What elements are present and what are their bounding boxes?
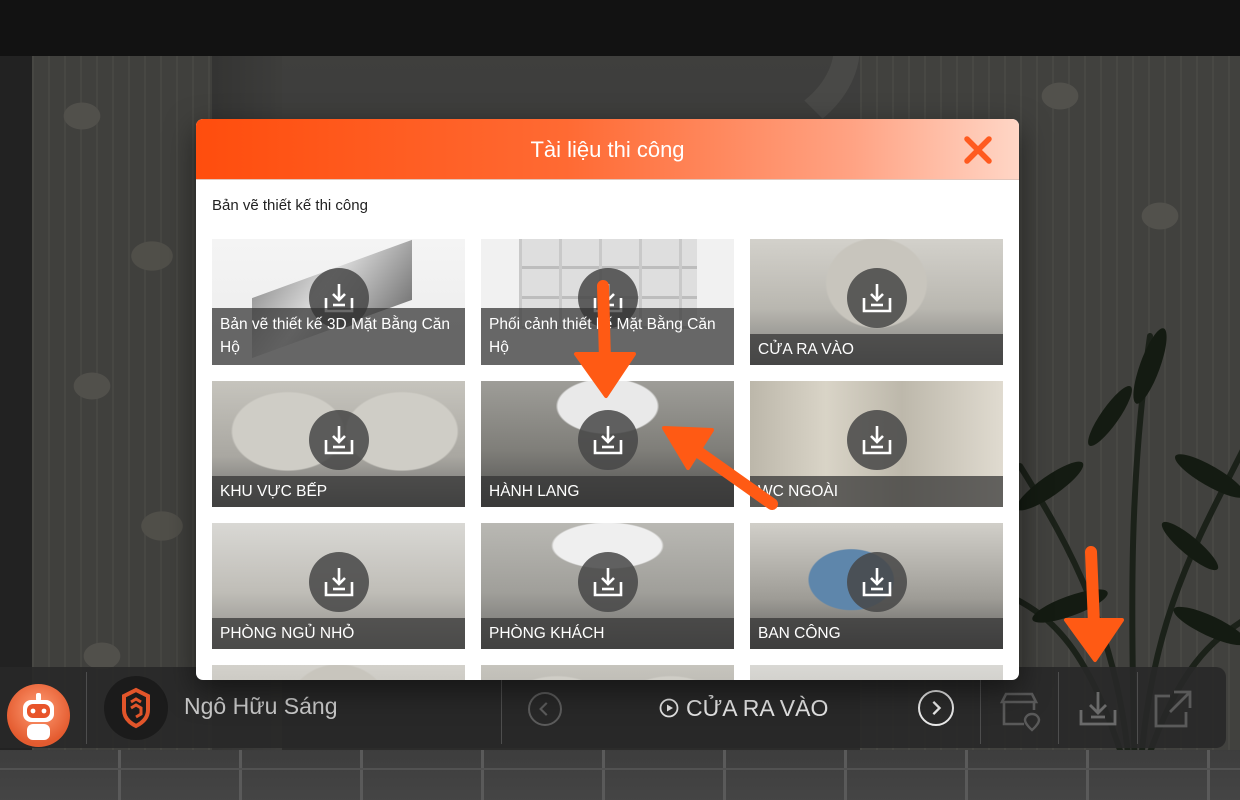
top-black-bar [0,0,1240,56]
document-card[interactable] [481,665,734,680]
download-tray-icon [862,568,892,597]
download-button[interactable] [309,552,369,612]
store-location-icon [999,692,1041,732]
download-button[interactable] [578,410,638,470]
document-card[interactable]: Bản vẽ thiết kế 3D Mặt Bằng Căn Hộ [212,239,465,365]
download-documents-button[interactable] [1071,684,1125,734]
assistant-bot-avatar[interactable] [7,684,70,747]
modal-title: Tài liệu thi công [530,137,685,162]
card-label: Phối cảnh thiết kế Mặt Bằng Căn Hộ [481,308,734,365]
download-button[interactable] [847,268,907,328]
toolbar-divider [501,672,502,744]
card-label: PHÒNG KHÁCH [481,618,734,649]
download-button[interactable] [847,410,907,470]
card-label: HÀNH LANG [481,476,734,507]
document-card[interactable]: PHÒNG KHÁCH [481,523,734,649]
document-card[interactable]: KHU VỰC BẾP [212,381,465,507]
external-link-icon [1154,690,1192,728]
card-label: PHÒNG NGỦ NHỎ [212,618,465,649]
card-thumbnail [481,665,734,680]
user-name: Ngô Hữu Sáng [184,693,338,719]
card-thumbnail [212,665,465,680]
download-tray-icon [324,426,354,455]
section-title: Bản vẽ thiết kế thi công [212,197,368,214]
document-grid[interactable]: Bản vẽ thiết kế 3D Mặt Bằng Căn Hộ Phối … [212,239,1004,680]
toolbar-divider [1137,672,1138,744]
card-label: Bản vẽ thiết kế 3D Mặt Bằng Căn Hộ [212,308,465,365]
document-card[interactable]: PHÒNG NGỦ NHỎ [212,523,465,649]
card-label: CỬA RA VÀO [750,334,1003,365]
download-tray-icon [862,284,892,313]
card-thumbnail [750,665,1003,680]
download-tray-icon [593,426,623,455]
current-scene-selector[interactable]: CỬA RA VÀO [658,694,828,722]
previous-scene-button[interactable] [528,692,562,726]
modal-header: Tài liệu thi công [196,119,1019,180]
next-scene-button[interactable] [918,690,954,726]
store-location-button[interactable] [992,684,1046,734]
current-scene-label: CỬA RA VÀO [686,694,829,721]
document-card[interactable] [212,665,465,680]
download-button[interactable] [847,552,907,612]
download-tray-icon [593,568,623,597]
play-circle-icon [659,698,679,718]
toolbar-divider [980,672,981,744]
card-label: BAN CÔNG [750,618,1003,649]
share-button[interactable] [1146,684,1200,734]
document-card[interactable]: WC NGOÀI [750,381,1003,507]
download-tray-icon [1079,692,1117,726]
download-tray-icon [324,568,354,597]
close-button[interactable] [958,133,998,167]
close-x-icon [964,136,992,164]
download-button[interactable] [578,552,638,612]
document-card[interactable]: BAN CÔNG [750,523,1003,649]
document-card[interactable]: CỬA RA VÀO [750,239,1003,365]
toolbar-divider [86,672,87,744]
card-label: KHU VỰC BẾP [212,476,465,507]
toolbar-divider [1058,672,1059,744]
card-label: WC NGOÀI [750,476,1003,507]
document-card[interactable]: Phối cảnh thiết kế Mặt Bằng Căn Hộ [481,239,734,365]
download-tray-icon [862,426,892,455]
download-button[interactable] [309,410,369,470]
document-card[interactable]: HÀNH LANG [481,381,734,507]
document-card[interactable] [750,665,1003,680]
brand-logo [104,676,168,740]
construction-documents-modal: Tài liệu thi công Bản vẽ thiết kế thi cô… [196,119,1019,680]
